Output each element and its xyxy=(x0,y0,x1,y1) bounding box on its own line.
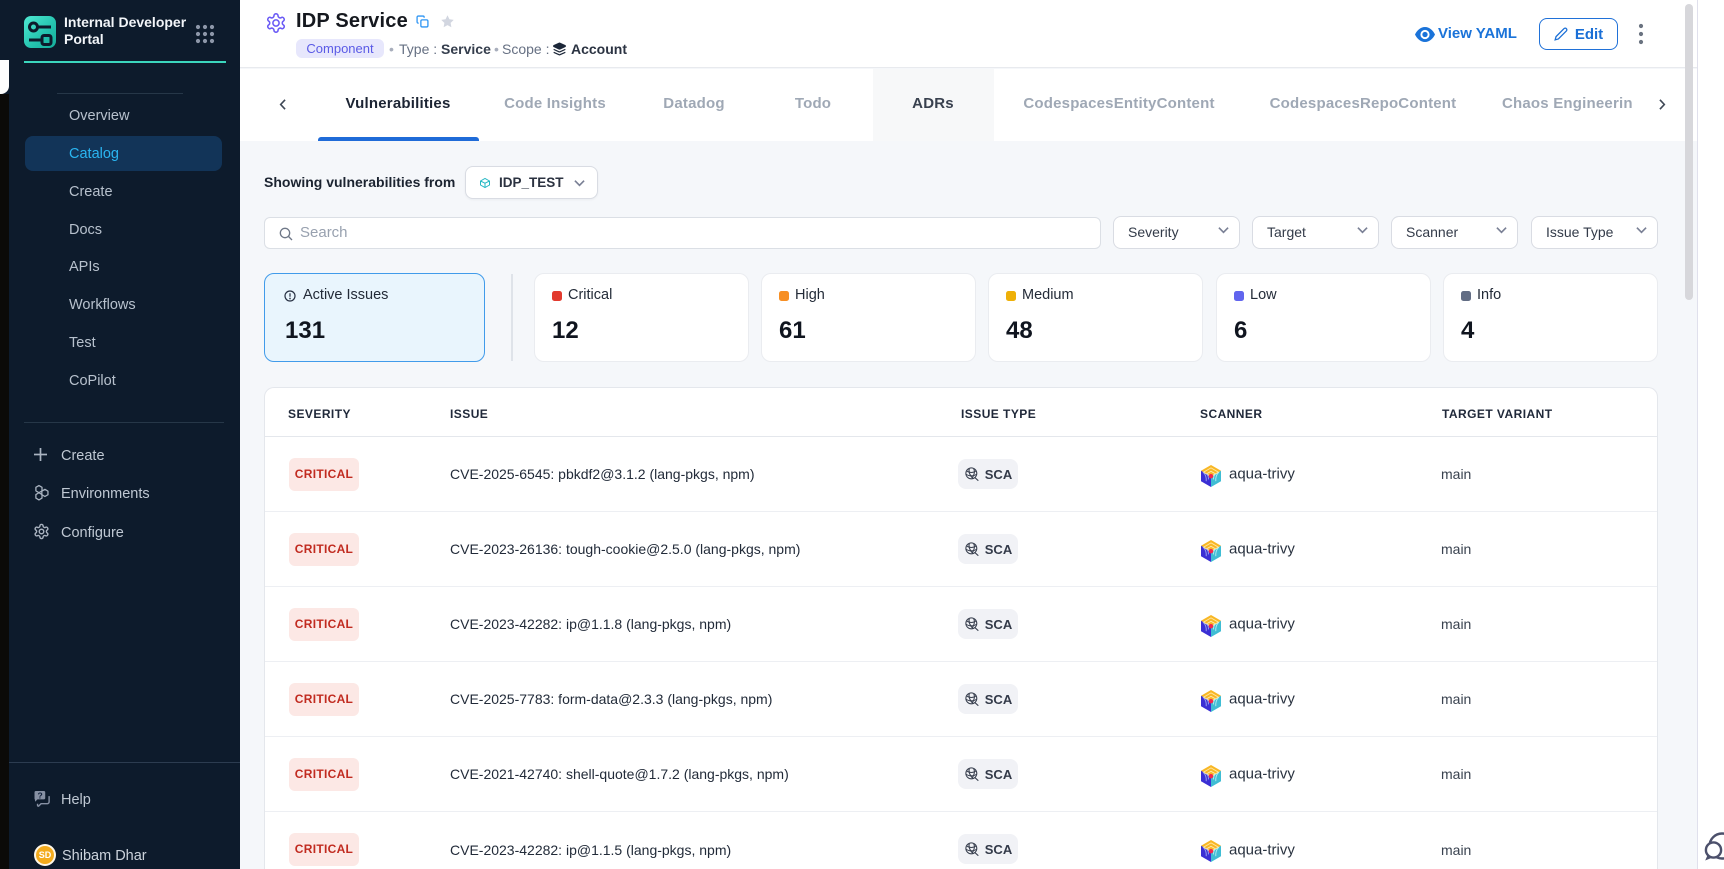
svg-text:?: ? xyxy=(37,791,42,801)
